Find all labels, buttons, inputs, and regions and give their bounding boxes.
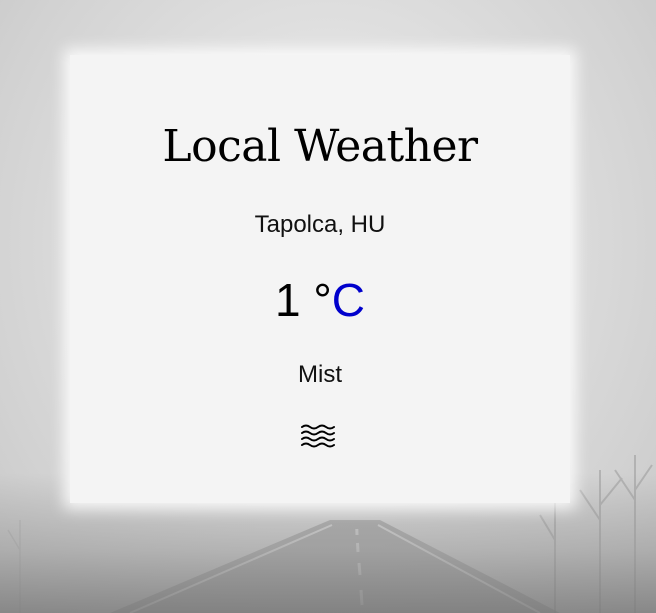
location-label: Tapolca, HU bbox=[254, 211, 386, 238]
page-title: Local Weather bbox=[162, 121, 478, 172]
temperature-display: 1 °C bbox=[70, 273, 570, 327]
degree-symbol: ° bbox=[313, 274, 332, 326]
temperature-value: 1 bbox=[274, 274, 301, 326]
weather-card: Local Weather Tapolca, HU 1 °C Mist bbox=[70, 55, 570, 503]
mist-icon bbox=[300, 423, 338, 449]
temperature-unit-toggle[interactable]: C bbox=[332, 274, 365, 326]
weather-description: Mist bbox=[298, 361, 342, 388]
